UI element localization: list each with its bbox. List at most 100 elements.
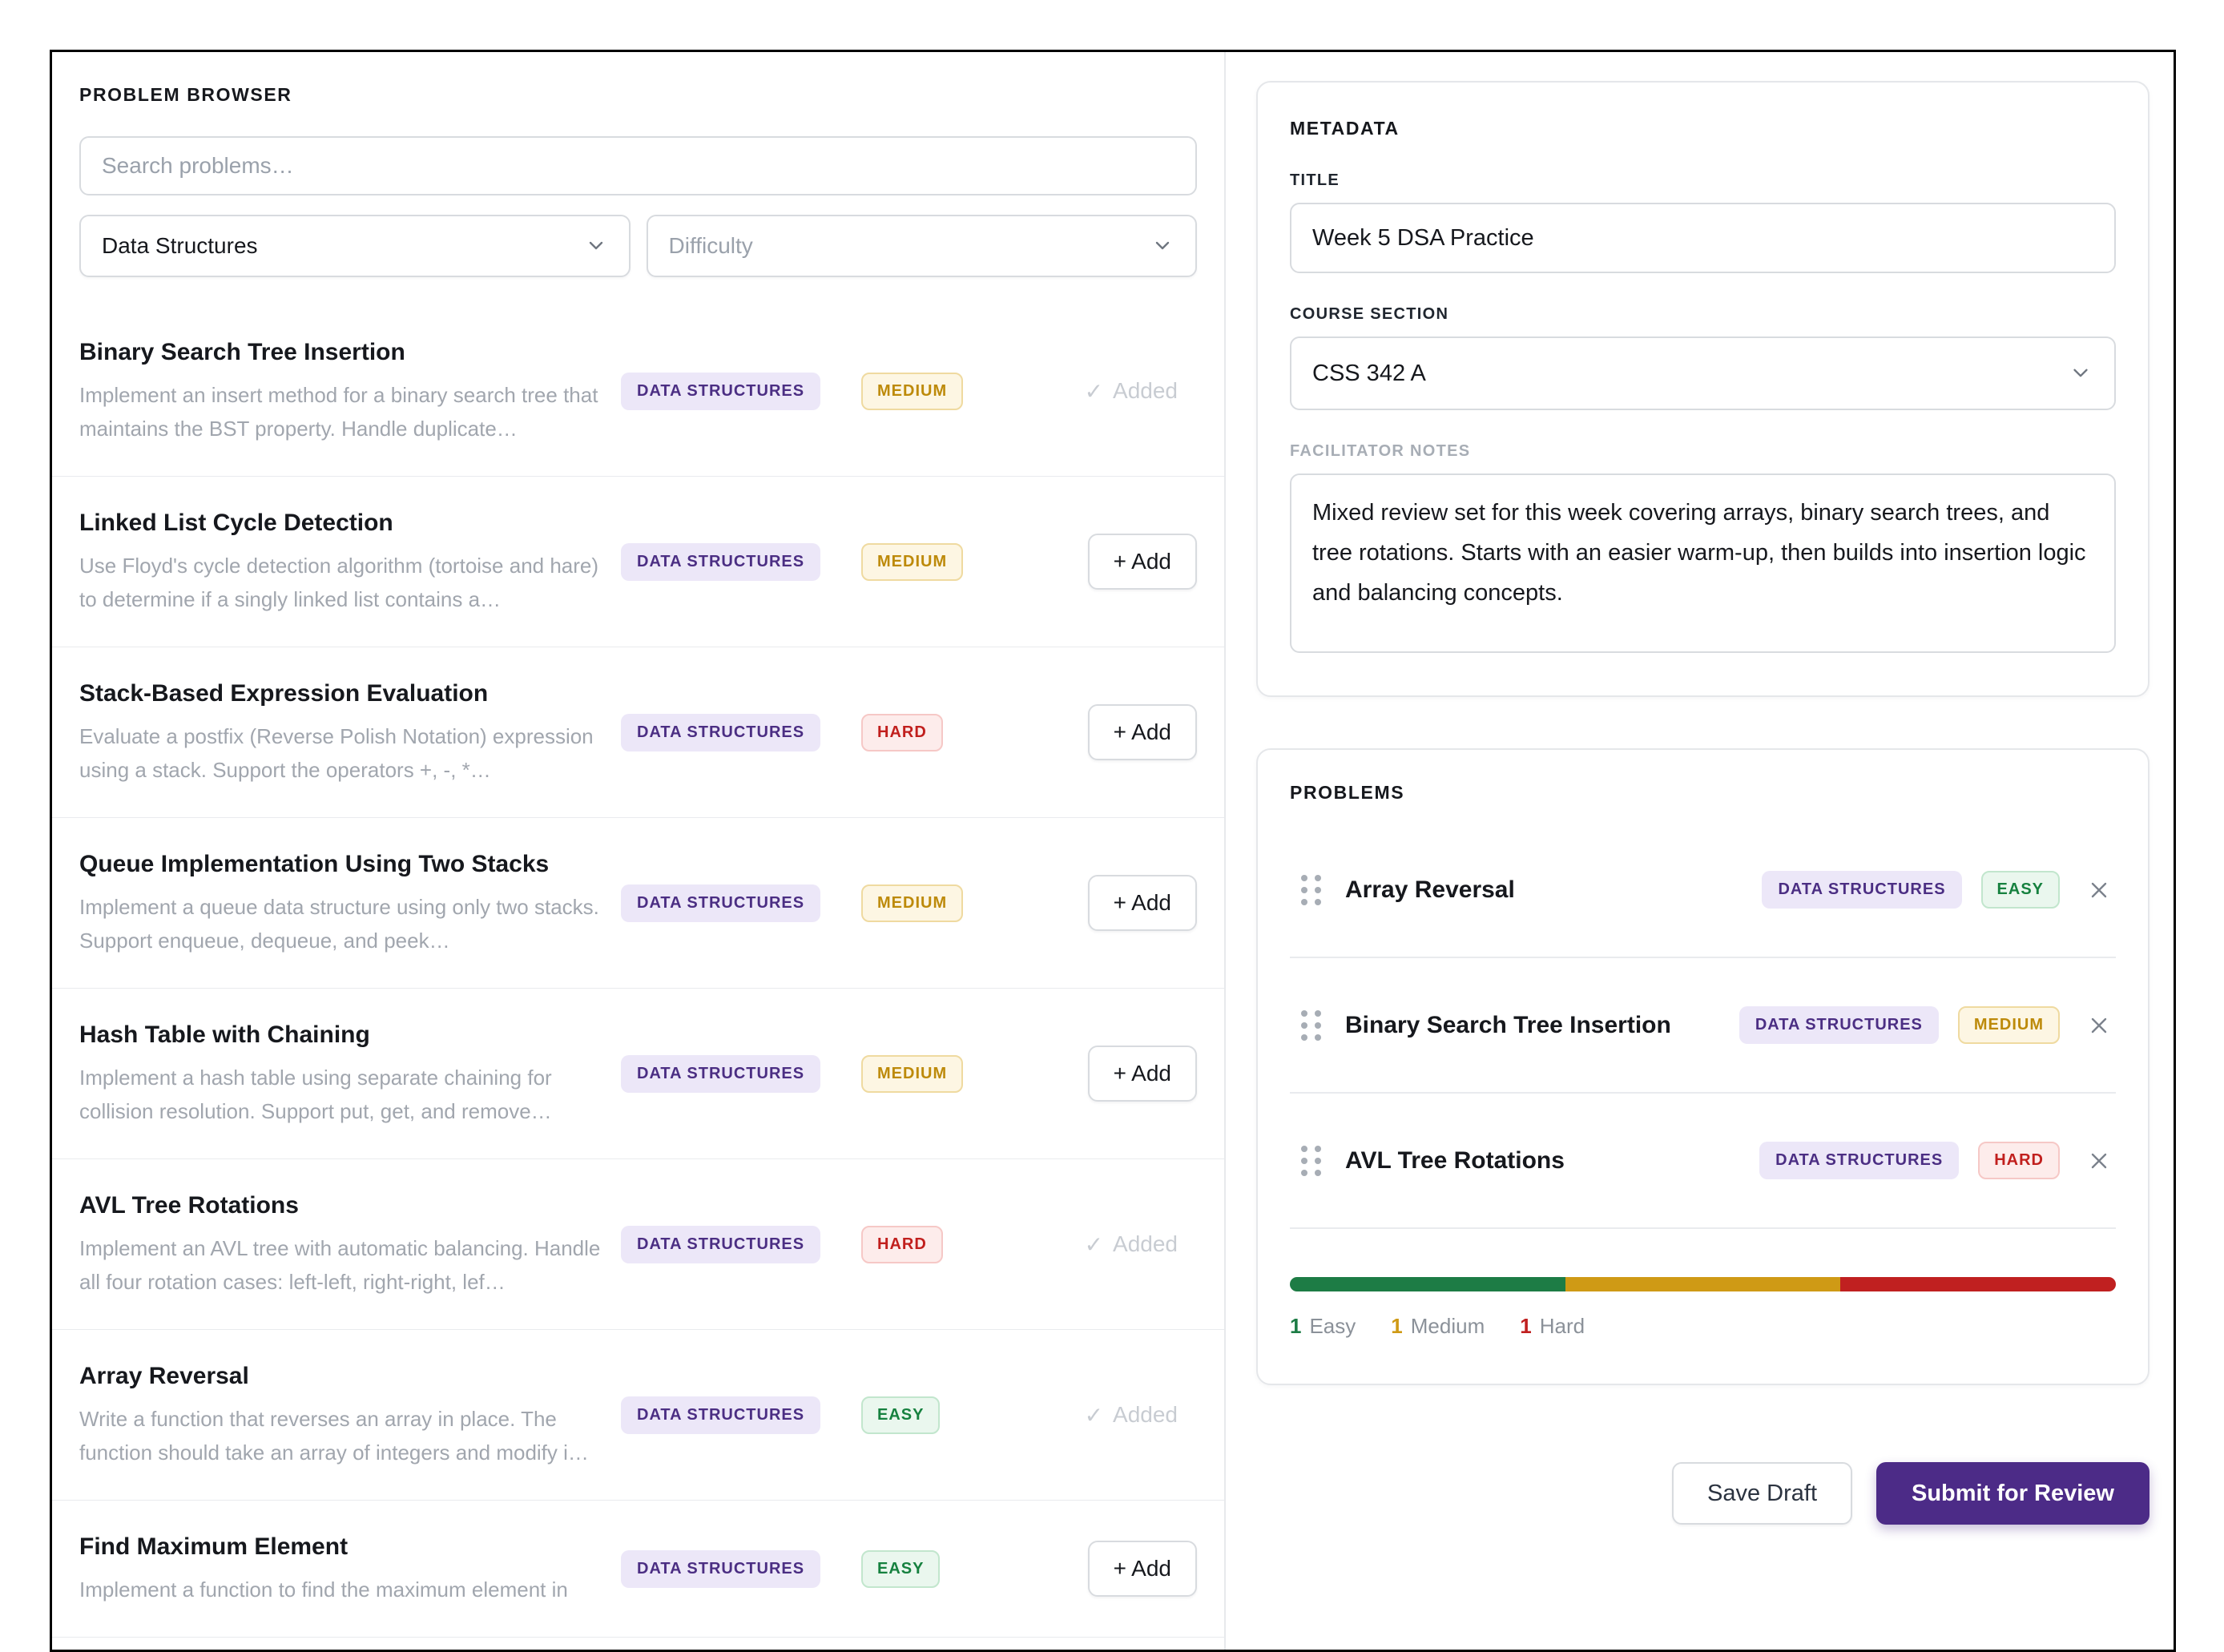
category-filter-value: Data Structures: [102, 233, 258, 258]
distribution-segment: [1840, 1277, 2116, 1291]
distribution-segment: [1290, 1277, 1565, 1291]
added-indicator: ✓ Added: [1085, 1231, 1178, 1258]
save-draft-button[interactable]: Save Draft: [1672, 1462, 1852, 1525]
chevron-down-icon: [584, 234, 608, 258]
difficulty-legend: 1 Easy 1 Medium 1 Hard: [1290, 1314, 2116, 1339]
filter-row: Data Structures Difficulty: [79, 215, 1197, 277]
selected-problem-row: AVL Tree Rotations DATA STRUCTURES HARD: [1290, 1094, 2116, 1229]
added-indicator: ✓ Added: [1085, 1402, 1178, 1428]
title-input[interactable]: [1290, 203, 2116, 273]
problem-title: AVL Tree Rotations: [79, 1192, 299, 1219]
add-button[interactable]: + Add: [1087, 1046, 1197, 1102]
difficulty-filter-select[interactable]: Difficulty: [646, 215, 1197, 277]
problem-description: Implement a function to find the maximum…: [79, 1577, 568, 1602]
x-icon: [2085, 1012, 2113, 1039]
problem-title: Array Reversal: [79, 1363, 249, 1389]
category-badge: DATA STRUCTURES: [1762, 871, 1962, 909]
legend-item: 1 Medium: [1391, 1314, 1485, 1339]
metadata-card: METADATA TITLE COURSE SECTION CSS 342 A …: [1256, 81, 2149, 697]
problem-row: Hash Table with Chaining Implement a has…: [52, 989, 1224, 1159]
submit-for-review-button[interactable]: Submit for Review: [1876, 1462, 2149, 1525]
problem-row: Linked List Cycle Detection Use Floyd's …: [52, 477, 1224, 647]
add-button[interactable]: + Add: [1087, 534, 1197, 590]
difficulty-badge: HARD: [1978, 1142, 2060, 1179]
difficulty-badge: MEDIUM: [861, 884, 964, 922]
problem-text: Queue Implementation Using Two Stacks Im…: [79, 848, 621, 957]
difficulty-badge: EASY: [1980, 871, 2060, 909]
facilitator-notes-textarea[interactable]: Mixed review set for this week covering …: [1290, 473, 2116, 653]
added-indicator: ✓ Added: [1085, 378, 1178, 405]
added-label: Added: [1113, 378, 1178, 403]
remove-button[interactable]: [2082, 1009, 2116, 1042]
course-section-value: CSS 342 A: [1312, 360, 1426, 386]
problem-row: Find Maximum Element Implement a functio…: [52, 1501, 1224, 1638]
category-badge: DATA STRUCTURES: [1739, 1006, 1939, 1044]
selected-problem-row: Array Reversal DATA STRUCTURES EASY: [1290, 823, 2116, 958]
legend-count: 1: [1391, 1314, 1403, 1338]
add-button[interactable]: + Add: [1087, 875, 1197, 931]
selected-problem-title: Binary Search Tree Insertion: [1345, 1011, 1671, 1038]
difficulty-distribution-bar: [1290, 1277, 2116, 1291]
problem-title: Queue Implementation Using Two Stacks: [79, 851, 550, 877]
category-badge: DATA STRUCTURES: [621, 1549, 821, 1588]
add-button[interactable]: + Add: [1087, 1541, 1197, 1597]
selected-problems-heading: PROBLEMS: [1290, 782, 1405, 803]
problem-description: Implement a queue data structure using o…: [79, 895, 599, 953]
problem-description: Evaluate a postfix (Reverse Polish Notat…: [79, 724, 594, 782]
problem-description: Write a function that reverses an array …: [79, 1407, 589, 1465]
problem-title: Hash Table with Chaining: [79, 1021, 370, 1048]
problem-text: Linked List Cycle Detection Use Floyd's …: [79, 507, 621, 616]
problem-title: Linked List Cycle Detection: [79, 510, 393, 536]
app-frame: PROBLEM BROWSER Data Structures Difficul…: [50, 50, 2176, 1652]
difficulty-badge: MEDIUM: [861, 1054, 964, 1093]
category-badge: DATA STRUCTURES: [621, 542, 821, 581]
chevron-down-icon: [1150, 234, 1174, 258]
remove-button[interactable]: [2082, 873, 2116, 907]
category-badge: DATA STRUCTURES: [621, 1054, 821, 1093]
problem-list: Binary Search Tree Insertion Implement a…: [52, 306, 1224, 1650]
problem-text: Find Maximum Element Implement a functio…: [79, 1531, 621, 1606]
difficulty-badge: MEDIUM: [861, 542, 964, 581]
add-button[interactable]: + Add: [1087, 704, 1197, 760]
legend-label: Easy: [1309, 1314, 1356, 1338]
problem-text: AVL Tree Rotations Implement an AVL tree…: [79, 1190, 621, 1299]
drag-handle-icon[interactable]: [1301, 874, 1321, 905]
x-icon: [2085, 876, 2113, 904]
course-section-select[interactable]: CSS 342 A: [1290, 336, 2116, 410]
drag-handle-icon[interactable]: [1301, 1145, 1321, 1176]
category-filter-select[interactable]: Data Structures: [79, 215, 631, 277]
problem-title: Stack-Based Expression Evaluation: [79, 680, 489, 707]
problem-description: Use Floyd's cycle detection algorithm (t…: [79, 554, 599, 611]
legend-label: Medium: [1410, 1314, 1485, 1338]
problem-browser-header: PROBLEM BROWSER Data Structures Difficul…: [52, 52, 1224, 277]
legend-item: 1 Easy: [1290, 1314, 1356, 1339]
problem-title: Find Maximum Element: [79, 1533, 349, 1560]
selected-problem-row: Binary Search Tree Insertion DATA STRUCT…: [1290, 958, 2116, 1094]
legend-item: 1 Hard: [1520, 1314, 1585, 1339]
added-label: Added: [1113, 1231, 1178, 1256]
chevron-down-icon: [2068, 361, 2093, 386]
category-badge: DATA STRUCTURES: [621, 1225, 821, 1263]
category-badge: DATA STRUCTURES: [1759, 1142, 1960, 1179]
category-badge: DATA STRUCTURES: [621, 372, 821, 410]
search-input[interactable]: [79, 136, 1197, 195]
problem-title: Binary Search Tree Insertion: [79, 339, 405, 365]
legend-count: 1: [1290, 1314, 1302, 1338]
check-icon: ✓: [1084, 1231, 1104, 1257]
problem-description: Implement an AVL tree with automatic bal…: [79, 1236, 601, 1294]
remove-button[interactable]: [2082, 1144, 2116, 1178]
footer-actions: Save Draft Submit for Review: [1256, 1462, 2149, 1525]
problem-browser-heading: PROBLEM BROWSER: [79, 84, 292, 105]
check-icon: ✓: [1084, 378, 1104, 404]
category-badge: DATA STRUCTURES: [621, 884, 821, 922]
problem-text: Array Reversal Write a function that rev…: [79, 1360, 621, 1469]
drag-handle-icon[interactable]: [1301, 1009, 1321, 1041]
title-label: TITLE: [1290, 171, 1340, 189]
selected-problems-list: Array Reversal DATA STRUCTURES EASY Bina…: [1290, 823, 2116, 1229]
metadata-heading: METADATA: [1290, 118, 1400, 139]
problem-row: Queue Implementation Using Two Stacks Im…: [52, 818, 1224, 989]
category-badge: DATA STRUCTURES: [621, 713, 821, 751]
difficulty-badge: MEDIUM: [1957, 1006, 2060, 1044]
facilitator-notes-label: FACILITATOR NOTES: [1290, 442, 1471, 460]
legend-count: 1: [1520, 1314, 1532, 1338]
